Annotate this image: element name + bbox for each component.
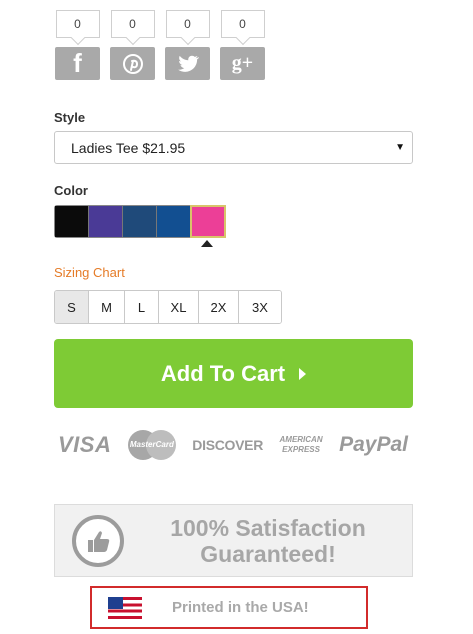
amex-line2: EXPRESS xyxy=(282,445,320,454)
amex-line1: AMERICAN xyxy=(279,435,323,444)
color-swatch[interactable] xyxy=(89,206,123,237)
mastercard-text: MasterCard xyxy=(129,440,174,449)
size-option[interactable]: 2X xyxy=(199,291,239,323)
social-share-bar: 0 f 0 0 0 g+ xyxy=(54,10,266,80)
size-selector: S M L XL 2X 3X xyxy=(54,290,282,324)
color-swatch[interactable] xyxy=(157,206,191,237)
arrow-right-icon xyxy=(299,367,307,380)
discover-logo: DISCOVER xyxy=(192,437,264,453)
size-option[interactable]: L xyxy=(125,291,159,323)
guarantee-text: 100% Satisfaction Guaranteed! xyxy=(124,515,412,567)
style-select[interactable]: Ladies Tee $21.95 ▼ xyxy=(54,131,413,164)
size-option[interactable]: M xyxy=(89,291,125,323)
add-to-cart-button[interactable]: Add To Cart xyxy=(54,339,413,408)
color-swatch[interactable] xyxy=(190,205,226,238)
paypal-logo: PayPal xyxy=(339,433,408,456)
chevron-down-icon: ▼ xyxy=(395,142,405,153)
printed-in-usa-badge: Printed in the USA! xyxy=(90,586,368,629)
pinterest-share-count: 0 xyxy=(110,10,155,38)
printed-in-usa-label: Printed in the USA! xyxy=(172,599,309,616)
size-option[interactable]: XL xyxy=(159,291,199,323)
google-plus-share-count: 0 xyxy=(220,10,265,38)
size-option[interactable]: S xyxy=(55,291,89,323)
guarantee-line2: Guaranteed! xyxy=(200,540,336,567)
satisfaction-guarantee-badge: 100% Satisfaction Guaranteed! xyxy=(54,504,413,577)
facebook-share[interactable]: 0 f xyxy=(54,10,101,80)
twitter-share-count: 0 xyxy=(165,10,210,38)
color-swatches xyxy=(54,205,226,238)
twitter-icon[interactable] xyxy=(165,47,210,80)
size-option[interactable]: 3X xyxy=(239,291,281,323)
add-to-cart-label: Add To Cart xyxy=(160,360,286,386)
twitter-share[interactable]: 0 xyxy=(164,10,211,80)
sizing-chart-link[interactable]: Sizing Chart xyxy=(54,265,125,280)
payment-methods: VISA MasterCard DISCOVER AMERICAN EXPRES… xyxy=(58,428,408,462)
facebook-icon[interactable]: f xyxy=(55,47,100,80)
pinterest-share[interactable]: 0 xyxy=(109,10,156,80)
color-swatch[interactable] xyxy=(123,206,157,237)
us-flag-icon xyxy=(108,596,142,619)
google-plus-icon[interactable]: g+ xyxy=(220,47,265,80)
facebook-glyph: f xyxy=(73,48,82,78)
selected-swatch-indicator-icon xyxy=(201,240,213,247)
style-selected-value: Ladies Tee $21.95 xyxy=(71,139,186,156)
pinterest-icon[interactable] xyxy=(110,47,155,80)
style-label: Style xyxy=(54,110,86,125)
google-plus-share[interactable]: 0 g+ xyxy=(219,10,266,80)
guarantee-line1: 100% Satisfaction xyxy=(170,514,366,541)
google-plus-glyph: g+ xyxy=(231,52,254,74)
visa-logo: VISA xyxy=(58,432,112,457)
amex-logo: AMERICAN EXPRESS xyxy=(280,435,323,455)
mastercard-logo: MasterCard xyxy=(127,430,176,460)
facebook-share-count: 0 xyxy=(55,10,100,38)
thumbs-up-icon xyxy=(72,514,124,567)
color-swatch[interactable] xyxy=(55,206,89,237)
color-label: Color xyxy=(54,183,88,198)
